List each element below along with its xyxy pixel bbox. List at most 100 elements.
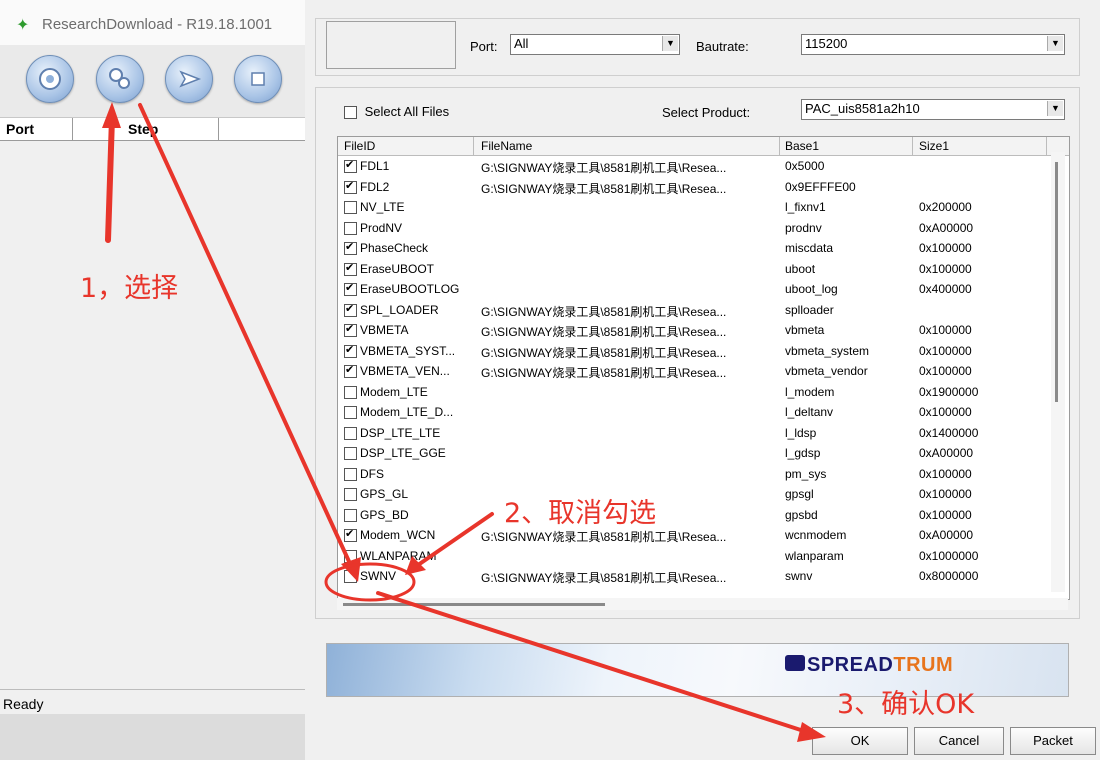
table-row[interactable]: ProdNV prodnv 0xA00000 — [338, 219, 1053, 238]
table-row[interactable]: SPL_LOADER G:\SIGNWAY烧录工具\8581刷机工具\Resea.… — [338, 301, 1053, 320]
stop-download-button[interactable] — [234, 55, 282, 103]
fileid-label: FDL1 — [360, 159, 390, 173]
table-row[interactable]: DSP_LTE_GGE l_gdsp 0xA00000 — [338, 444, 1053, 463]
file-checkbox[interactable] — [344, 363, 357, 379]
table-row[interactable]: Modem_WCN G:\SIGNWAY烧录工具\8581刷机工具\Resea..… — [338, 526, 1053, 545]
table-row[interactable]: VBMETA_VEN... G:\SIGNWAY烧录工具\8581刷机工具\Res… — [338, 362, 1053, 381]
table-row[interactable]: PhaseCheck miscdata 0x100000 — [338, 239, 1053, 258]
column-separator — [72, 118, 73, 140]
fileid-cell[interactable]: SWNV — [344, 569, 396, 584]
vertical-scrollbar[interactable] — [1051, 152, 1065, 592]
main-window: ✦ ResearchDownload - R19.18.1001 Port St… — [0, 0, 305, 760]
file-checkbox[interactable] — [344, 406, 357, 420]
ok-button[interactable]: OK — [812, 727, 908, 755]
file-checkbox[interactable] — [344, 343, 357, 358]
fileid-cell[interactable]: FDL1 — [344, 158, 390, 174]
select-all-checkbox[interactable] — [344, 106, 357, 120]
horizontal-scrollbar[interactable] — [337, 598, 1068, 610]
fileid-cell[interactable]: WLANPARAM — [344, 549, 436, 563]
fileid-label: SPL_LOADER — [360, 302, 439, 317]
base-cell: wcnmodem — [785, 528, 847, 542]
column-separator — [1046, 137, 1047, 155]
fileid-label: ProdNV — [360, 220, 403, 235]
chevron-down-icon[interactable]: ▼ — [1047, 36, 1063, 51]
table-row[interactable]: WLANPARAM wlanparam 0x1000000 — [338, 547, 1053, 566]
column-size1[interactable]: Size1 — [919, 139, 949, 153]
table-row[interactable]: NV_LTE l_fixnv1 0x200000 — [338, 198, 1053, 217]
size-cell: 0x100000 — [919, 323, 972, 337]
load-packet-button[interactable] — [26, 55, 74, 103]
port-select[interactable]: All ▼ — [510, 34, 680, 55]
baudrate-select[interactable]: 115200 ▼ — [801, 34, 1065, 55]
fileid-cell[interactable]: SPL_LOADER — [344, 302, 439, 317]
fileid-cell[interactable]: DSP_LTE_GGE — [344, 446, 446, 461]
chevron-down-icon[interactable]: ▼ — [662, 36, 678, 51]
table-row[interactable]: Modem_LTE l_modem 0x1900000 — [338, 383, 1053, 402]
base-cell: prodnv — [785, 220, 822, 235]
cancel-button[interactable]: Cancel — [914, 727, 1004, 755]
column-step[interactable]: Step — [128, 121, 158, 137]
fileid-cell[interactable]: Modem_WCN — [344, 527, 435, 543]
fileid-cell[interactable]: NV_LTE — [344, 200, 404, 215]
table-row[interactable]: VBMETA G:\SIGNWAY烧录工具\8581刷机工具\Resea... vb… — [338, 321, 1053, 340]
scroll-thumb[interactable] — [343, 603, 605, 606]
table-row[interactable]: SWNV G:\SIGNWAY烧录工具\8581刷机工具\Resea... swnv… — [338, 567, 1053, 586]
fileid-cell[interactable]: VBMETA — [344, 322, 408, 338]
fileid-cell[interactable]: Modem_LTE_D... — [344, 405, 453, 420]
file-checkbox[interactable] — [344, 322, 357, 338]
table-row[interactable]: VBMETA_SYST... G:\SIGNWAY烧录工具\8581刷机工具\Re… — [338, 342, 1053, 361]
start-download-button[interactable] — [165, 55, 213, 103]
fileid-cell[interactable]: VBMETA_VEN... — [344, 363, 450, 379]
file-checkbox[interactable] — [344, 508, 357, 522]
column-fileid[interactable]: FileID — [344, 139, 375, 153]
file-checkbox[interactable] — [344, 201, 357, 215]
table-row[interactable]: GPS_BD gpsbd 0x100000 — [338, 506, 1053, 525]
file-checkbox[interactable] — [344, 179, 357, 194]
table-row[interactable]: FDL2 G:\SIGNWAY烧录工具\8581刷机工具\Resea... 0x9E… — [338, 178, 1053, 197]
file-checkbox[interactable] — [344, 302, 357, 317]
table-row[interactable]: Modem_LTE_D... l_deltanv 0x100000 — [338, 403, 1053, 422]
scroll-thumb[interactable] — [1055, 162, 1058, 402]
chevron-down-icon[interactable]: ▼ — [1047, 101, 1063, 116]
column-port[interactable]: Port — [6, 121, 34, 137]
size-cell: 0xA00000 — [919, 528, 974, 542]
packet-button[interactable]: Packet — [1010, 727, 1096, 755]
settings-button[interactable] — [96, 55, 144, 103]
table-row[interactable]: DSP_LTE_LTE l_ldsp 0x1400000 — [338, 424, 1053, 443]
file-checkbox[interactable] — [344, 158, 357, 174]
column-filename[interactable]: FileName — [481, 139, 532, 153]
file-checkbox[interactable] — [344, 488, 357, 502]
fileid-cell[interactable]: PhaseCheck — [344, 240, 428, 256]
file-checkbox[interactable] — [344, 240, 357, 256]
table-row[interactable]: FDL1 G:\SIGNWAY烧录工具\8581刷机工具\Resea... 0x50… — [338, 157, 1053, 176]
table-row[interactable]: EraseUBOOT uboot 0x100000 — [338, 260, 1053, 279]
fileid-cell[interactable]: FDL2 — [344, 179, 389, 194]
filename-cell: G:\SIGNWAY烧录工具\8581刷机工具\Resea... — [481, 304, 727, 319]
file-checkbox[interactable] — [344, 221, 357, 235]
file-checkbox[interactable] — [344, 426, 357, 440]
table-row[interactable]: DFS pm_sys 0x100000 — [338, 465, 1053, 484]
file-checkbox[interactable] — [344, 527, 357, 543]
fileid-cell[interactable]: ProdNV — [344, 221, 402, 235]
file-checkbox[interactable] — [344, 447, 357, 461]
file-checkbox[interactable] — [344, 467, 357, 481]
file-checkbox[interactable] — [344, 549, 357, 563]
fileid-cell[interactable]: Modem_LTE — [344, 385, 428, 399]
table-row[interactable]: EraseUBOOTLOG uboot_log 0x400000 — [338, 280, 1053, 299]
fileid-cell[interactable]: GPS_BD — [344, 508, 409, 522]
file-checkbox[interactable] — [344, 570, 357, 584]
fileid-cell[interactable]: VBMETA_SYST... — [344, 343, 455, 358]
fileid-cell[interactable]: DFS — [344, 467, 384, 481]
select-all-files[interactable]: Select All Files — [344, 104, 449, 120]
file-checkbox[interactable] — [344, 385, 357, 399]
fileid-cell[interactable]: EraseUBOOT — [344, 261, 434, 276]
column-base1[interactable]: Base1 — [785, 139, 819, 153]
product-select[interactable]: PAC_uis8581a2h10 ▼ — [801, 99, 1065, 120]
fileid-cell[interactable]: GPS_GL — [344, 487, 408, 502]
fileid-cell[interactable]: DSP_LTE_LTE — [344, 426, 440, 440]
blank-frame — [326, 21, 456, 69]
file-checkbox[interactable] — [344, 261, 357, 276]
fileid-cell[interactable]: EraseUBOOTLOG — [344, 281, 459, 297]
file-checkbox[interactable] — [344, 281, 357, 297]
table-row[interactable]: GPS_GL gpsgl 0x100000 — [338, 485, 1053, 504]
